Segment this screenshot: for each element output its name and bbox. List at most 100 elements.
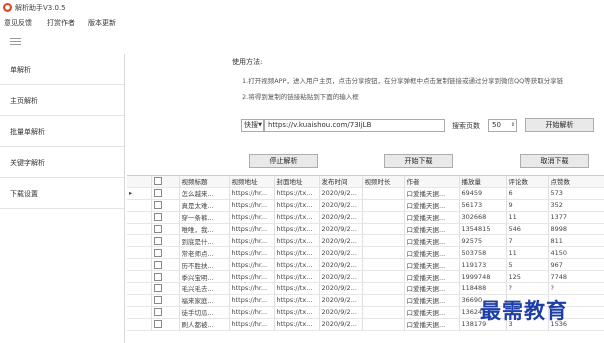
row-checkbox[interactable] — [151, 318, 180, 331]
cell-title: 历不胜扶... — [179, 258, 230, 272]
col-play-count[interactable]: 播放量 — [459, 176, 507, 188]
cell-publish-time: 2020/9/2... — [319, 211, 363, 224]
usage-step-2: 2.将得到复制的链接粘贴到下面的输入框 — [242, 93, 359, 101]
cell-title: 唯唯，我... — [179, 223, 230, 236]
menu-donate[interactable]: 打赏作者 — [47, 18, 75, 28]
cell-play-count: 119173 — [459, 258, 507, 272]
row-marker — [127, 246, 152, 260]
cell-cover-url: https://tx... — [274, 258, 320, 272]
row-checkbox[interactable] — [151, 294, 180, 307]
cancel-download-button[interactable]: 取消下载 — [520, 154, 589, 168]
cell-comment-count: 6 — [506, 187, 549, 200]
sidebar-item-download-settings[interactable]: 下载设置 — [0, 178, 124, 209]
cell-publish-time: 2020/9/2... — [319, 258, 363, 272]
sidebar-item-single-parse[interactable]: 单解析 — [0, 54, 124, 85]
row-checkbox[interactable] — [151, 234, 180, 248]
start-parse-button[interactable]: 开始解析 — [525, 118, 594, 132]
cell-video-url: https://hr... — [229, 258, 275, 272]
row-marker-header — [127, 176, 152, 188]
sidebar-item-batch-parse[interactable]: 批量单解析 — [0, 116, 124, 147]
cell-title: 福来家庭... — [179, 294, 230, 307]
table-row[interactable]: ▸ 怎么越来... https://hr... https://tx... 2020/9… — [127, 187, 604, 200]
col-publish-time[interactable]: 发布时间 — [319, 176, 363, 188]
table-row[interactable]: 毛兴毛去... https://hr... https://tx... 2020/9/… — [127, 282, 604, 295]
row-checkbox[interactable] — [151, 282, 180, 295]
app-logo-icon: ● — [3, 3, 12, 12]
cell-video-url: https://hr... — [229, 246, 275, 260]
table-row[interactable]: 常老师点... https://hr... https://tx... 2020/9/… — [127, 246, 604, 260]
row-checkbox[interactable] — [151, 211, 180, 224]
cell-comment-count: 5 — [506, 258, 549, 272]
row-checkbox[interactable] — [151, 258, 180, 272]
cell-duration — [362, 294, 405, 307]
row-marker — [127, 306, 152, 319]
cell-duration — [362, 234, 405, 248]
row-checkbox[interactable] — [151, 199, 180, 212]
cell-comment-count: 9 — [506, 199, 549, 212]
table-row[interactable]: 唯唯，我... https://hr... https://tx... 2020/9/… — [127, 223, 604, 236]
col-comment-count[interactable]: 评论数 — [506, 176, 549, 188]
row-checkbox[interactable] — [151, 246, 180, 260]
cell-like-count: 8998 — [548, 223, 604, 236]
start-download-button[interactable]: 开始下载 — [384, 154, 453, 168]
cell-video-url: https://hr... — [229, 199, 275, 212]
pages-stepper[interactable]: 50 ⇕ — [488, 119, 517, 132]
source-select[interactable]: 快搜 ▼ — [241, 119, 264, 132]
cell-comment-count: 125 — [506, 270, 549, 284]
cell-cover-url: https://tx... — [274, 294, 320, 307]
cell-like-count: 967 — [548, 258, 604, 272]
cell-title: 刷人都被... — [179, 318, 230, 331]
cell-cover-url: https://tx... — [274, 187, 320, 200]
row-checkbox[interactable] — [151, 187, 180, 200]
cell-comment-count: 11 — [506, 211, 549, 224]
table-row[interactable]: 穿一条裤... https://hr... https://tx... 2020/9/… — [127, 211, 604, 224]
url-input[interactable]: https://v.kuaishou.com/73IjLB — [264, 119, 445, 132]
row-marker — [127, 234, 152, 248]
col-duration[interactable]: 视频时长 — [362, 176, 405, 188]
col-cover-url[interactable]: 封面地址 — [274, 176, 320, 188]
row-marker — [127, 282, 152, 295]
col-like-count[interactable]: 点赞数 — [548, 176, 604, 188]
table-row[interactable]: 历不胜扶... https://hr... https://tx... 2020/9/… — [127, 258, 604, 272]
table-row[interactable]: 到底是什... https://hr... https://tx... 2020/9/… — [127, 234, 604, 248]
menu-update[interactable]: 版本更新 — [88, 18, 116, 28]
hamburger-menu-icon[interactable] — [10, 38, 21, 47]
row-marker: ▸ — [127, 187, 152, 200]
cell-author: 口爱播天据... — [404, 187, 460, 200]
cell-publish-time: 2020/9/2... — [319, 234, 363, 248]
cell-title: 怎么越来... — [179, 187, 230, 200]
sidebar-item-label: 批量单解析 — [10, 128, 45, 136]
col-video-url[interactable]: 视频地址 — [229, 176, 275, 188]
stop-parse-button[interactable]: 停止解析 — [249, 154, 318, 168]
table-row[interactable]: 季兴宝明... https://hr... https://tx... 2020/9/… — [127, 270, 604, 284]
cell-play-count: 503758 — [459, 246, 507, 260]
cell-video-url: https://hr... — [229, 306, 275, 319]
sidebar-item-homepage-parse[interactable]: 主页解析 — [0, 85, 124, 116]
cell-author: 口爱播天据... — [404, 282, 460, 295]
cell-duration — [362, 258, 405, 272]
cell-author: 口爱播天据... — [404, 258, 460, 272]
cell-play-count: 118488 — [459, 282, 507, 295]
table-row[interactable]: 真是太难... https://hr... https://tx... 2020/9/… — [127, 199, 604, 212]
cell-publish-time: 2020/9/2... — [319, 223, 363, 236]
cell-author: 口爱播天据... — [404, 306, 460, 319]
select-all-checkbox[interactable] — [151, 176, 180, 188]
cell-play-count: 1354815 — [459, 223, 507, 236]
cell-author: 口爱播天据... — [404, 246, 460, 260]
cell-duration — [362, 187, 405, 200]
cell-publish-time: 2020/9/2... — [319, 294, 363, 307]
col-author[interactable]: 作者 — [404, 176, 460, 188]
menu-feedback[interactable]: 意见反馈 — [4, 18, 32, 28]
row-checkbox[interactable] — [151, 223, 180, 236]
cell-publish-time: 2020/9/2... — [319, 270, 363, 284]
table-header: 视频标题 视频地址 封面地址 发布时间 视频时长 作者 播放量 评论数 点赞数 — [127, 176, 604, 188]
cell-duration — [362, 270, 405, 284]
row-checkbox[interactable] — [151, 270, 180, 284]
cell-comment-count: 7 — [506, 234, 549, 248]
pages-label: 搜索页数 — [452, 122, 480, 130]
cell-duration — [362, 246, 405, 260]
col-video-title[interactable]: 视频标题 — [179, 176, 230, 188]
cell-play-count: 92575 — [459, 234, 507, 248]
row-checkbox[interactable] — [151, 306, 180, 319]
sidebar-item-keyword-parse[interactable]: 关键字解析 — [0, 147, 124, 178]
